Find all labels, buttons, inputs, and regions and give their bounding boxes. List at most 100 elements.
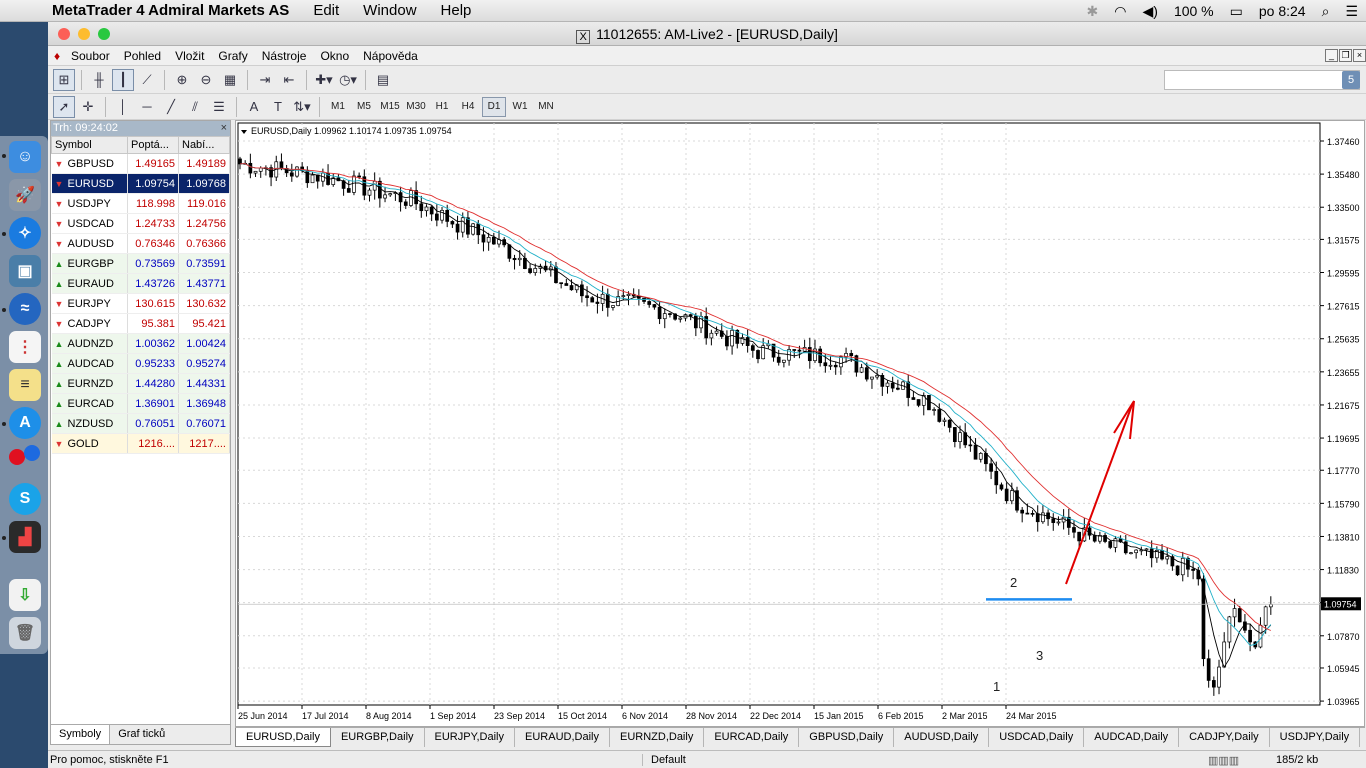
horizontal-line-icon[interactable]: ─ <box>136 96 158 118</box>
tf-h4[interactable]: H4 <box>456 97 480 117</box>
crosshair-icon[interactable]: ✛ <box>77 96 99 118</box>
table-row[interactable]: ▲ AUDCAD 0.95233 0.95274 <box>51 353 230 374</box>
tf-h1[interactable]: H1 <box>430 97 454 117</box>
table-row[interactable]: ▲ EURCAD 1.36901 1.36948 <box>51 393 230 414</box>
close-icon[interactable]: × <box>221 121 227 136</box>
ask-cell[interactable]: 119.016 <box>178 193 230 214</box>
zoom-out-icon[interactable]: ⊖ <box>195 69 217 91</box>
skype-icon[interactable]: S <box>9 483 41 515</box>
ask-cell[interactable]: 1.44331 <box>178 373 230 394</box>
menu-help[interactable]: Help <box>429 2 484 19</box>
table-row[interactable]: ▼ AUDUSD 0.76346 0.76366 <box>51 233 230 254</box>
table-row[interactable]: ▲ EURNZD 1.44280 1.44331 <box>51 373 230 394</box>
openoffice-icon[interactable]: ≈ <box>9 293 41 325</box>
text-label-icon[interactable]: T <box>267 96 289 118</box>
tf-m30[interactable]: M30 <box>404 97 428 117</box>
table-row[interactable]: ▼ GBPUSD 1.49165 1.49189 <box>51 153 230 174</box>
tile-windows-icon[interactable]: ▦ <box>219 69 241 91</box>
menu-soubor[interactable]: Soubor <box>64 49 117 63</box>
symbol-cell[interactable]: ▼ USDJPY <box>51 193 128 214</box>
chart-tab[interactable]: A <box>1360 728 1365 747</box>
app-name-menu[interactable]: MetaTrader 4 Admiral Markets AS <box>40 2 301 19</box>
candlestick-icon[interactable]: ┃ <box>112 68 134 91</box>
symbol-cell[interactable]: ▲ EURCAD <box>51 393 128 414</box>
bar-chart-icon[interactable]: ╫ <box>88 69 110 91</box>
battery-text[interactable]: 100 % <box>1166 3 1222 19</box>
metatrader-icon[interactable]: ▟ <box>9 521 41 553</box>
ask-cell[interactable]: 0.76071 <box>178 413 230 434</box>
chart-tab[interactable]: USDCAD,Daily <box>989 728 1085 747</box>
reminders-icon[interactable]: ⋮ <box>9 331 41 363</box>
symbol-cell[interactable]: ▼ EURUSD <box>51 173 128 194</box>
bluetooth-icon[interactable]: ✱ <box>1079 3 1107 20</box>
zoom-in-icon[interactable]: ⊕ <box>171 69 193 91</box>
ask-cell[interactable]: 0.73591 <box>178 253 230 274</box>
ask-cell[interactable]: 130.632 <box>178 293 230 314</box>
menu-window[interactable]: Window <box>351 2 428 19</box>
bid-cell[interactable]: 0.73569 <box>127 253 179 274</box>
table-row[interactable]: ▲ NZDUSD 0.76051 0.76071 <box>51 413 230 434</box>
symbol-cell[interactable]: ▲ NZDUSD <box>51 413 128 434</box>
chart-tab[interactable]: AUDUSD,Daily <box>894 728 990 747</box>
table-row[interactable]: ▼ GOLD 1216.... 1217.... <box>51 433 230 454</box>
bid-cell[interactable]: 118.998 <box>127 193 179 214</box>
safari-icon[interactable]: ✧ <box>9 217 41 249</box>
table-row[interactable]: ▲ EURGBP 0.73569 0.73591 <box>51 253 230 274</box>
tf-mn[interactable]: MN <box>534 97 558 117</box>
arrows-icon[interactable]: ⇅▾ <box>291 96 313 118</box>
trash-icon[interactable]: 🗑 <box>9 617 41 649</box>
chart-shift-icon[interactable]: ⇤ <box>278 69 300 91</box>
app-blue-dot-icon[interactable] <box>24 445 40 461</box>
chart-tab[interactable]: EURAUD,Daily <box>515 728 610 747</box>
symbol-cell[interactable]: ▼ USDCAD <box>51 213 128 234</box>
ask-cell[interactable]: 1.00424 <box>178 333 230 354</box>
chart-tab[interactable]: USDJPY,Daily <box>1270 728 1361 747</box>
bid-cell[interactable]: 1.49165 <box>127 153 179 174</box>
bid-cell[interactable]: 1.36901 <box>127 393 179 414</box>
bid-cell[interactable]: 1.44280 <box>127 373 179 394</box>
symbol-cell[interactable]: ▲ EURAUD <box>51 273 128 294</box>
ask-cell[interactable]: 0.76366 <box>178 233 230 254</box>
search-badge[interactable]: 5 <box>1342 71 1360 89</box>
menu-vlozit[interactable]: Vložit <box>168 49 211 63</box>
bid-cell[interactable]: 130.615 <box>127 293 179 314</box>
table-row[interactable]: ▼ EURUSD 1.09754 1.09768 <box>51 173 230 194</box>
symbol-cell[interactable]: ▼ GOLD <box>51 433 128 454</box>
chart-tab[interactable]: CADJPY,Daily <box>1179 728 1270 747</box>
col-bid[interactable]: Poptá... <box>127 136 179 154</box>
symbol-cell[interactable]: ▲ AUDCAD <box>51 353 128 374</box>
menu-grafy[interactable]: Grafy <box>211 49 254 63</box>
spotlight-icon[interactable]: ⌕ <box>1314 3 1338 20</box>
bid-cell[interactable]: 0.76346 <box>127 233 179 254</box>
bid-cell[interactable]: 1.00362 <box>127 333 179 354</box>
ask-cell[interactable]: 95.421 <box>178 313 230 334</box>
bid-cell[interactable]: 1.43726 <box>127 273 179 294</box>
chart-tab[interactable]: EURNZD,Daily <box>610 728 705 747</box>
child-restore-button[interactable]: ❐ <box>1339 49 1352 62</box>
symbol-cell[interactable]: ▼ GBPUSD <box>51 153 128 174</box>
table-row[interactable]: ▼ CADJPY 95.381 95.421 <box>51 313 230 334</box>
equidistant-channel-icon[interactable]: ⫽ <box>184 96 206 118</box>
notification-center-icon[interactable]: ☰ <box>1337 3 1366 20</box>
chart-window[interactable]: 1.37460 1.35480 1.33500 1.31575 1.29595 1.276… <box>235 120 1365 727</box>
chart-tab[interactable]: AUDCAD,Daily <box>1084 728 1180 747</box>
vertical-line-icon[interactable]: │ <box>112 96 134 118</box>
line-chart-icon[interactable]: ⟋ <box>136 69 158 91</box>
chart-tab[interactable]: GBPUSD,Daily <box>799 728 895 747</box>
volume-icon[interactable]: ◀) <box>1135 3 1166 20</box>
indicators-icon[interactable]: ✚▾ <box>313 69 335 91</box>
battery-icon[interactable]: ▭ <box>1222 3 1251 20</box>
mt4-app-icon[interactable]: ♦ <box>50 49 64 63</box>
table-row[interactable]: ▼ USDCAD 1.24733 1.24756 <box>51 213 230 234</box>
chart-tab[interactable]: EURCAD,Daily <box>704 728 800 747</box>
bid-cell[interactable]: 1.24733 <box>127 213 179 234</box>
symbol-cell[interactable]: ▼ AUDUSD <box>51 233 128 254</box>
menu-pohled[interactable]: Pohled <box>117 49 168 63</box>
tf-m1[interactable]: M1 <box>326 97 350 117</box>
tab-graf-ticku[interactable]: Graf ticků <box>110 725 173 744</box>
cursor-icon[interactable]: ➚ <box>53 95 75 118</box>
tab-symboly[interactable]: Symboly <box>51 725 111 744</box>
search-input[interactable] <box>1164 70 1360 90</box>
menu-okno[interactable]: Okno <box>313 49 356 63</box>
finder-icon[interactable]: ☺ <box>9 141 41 173</box>
